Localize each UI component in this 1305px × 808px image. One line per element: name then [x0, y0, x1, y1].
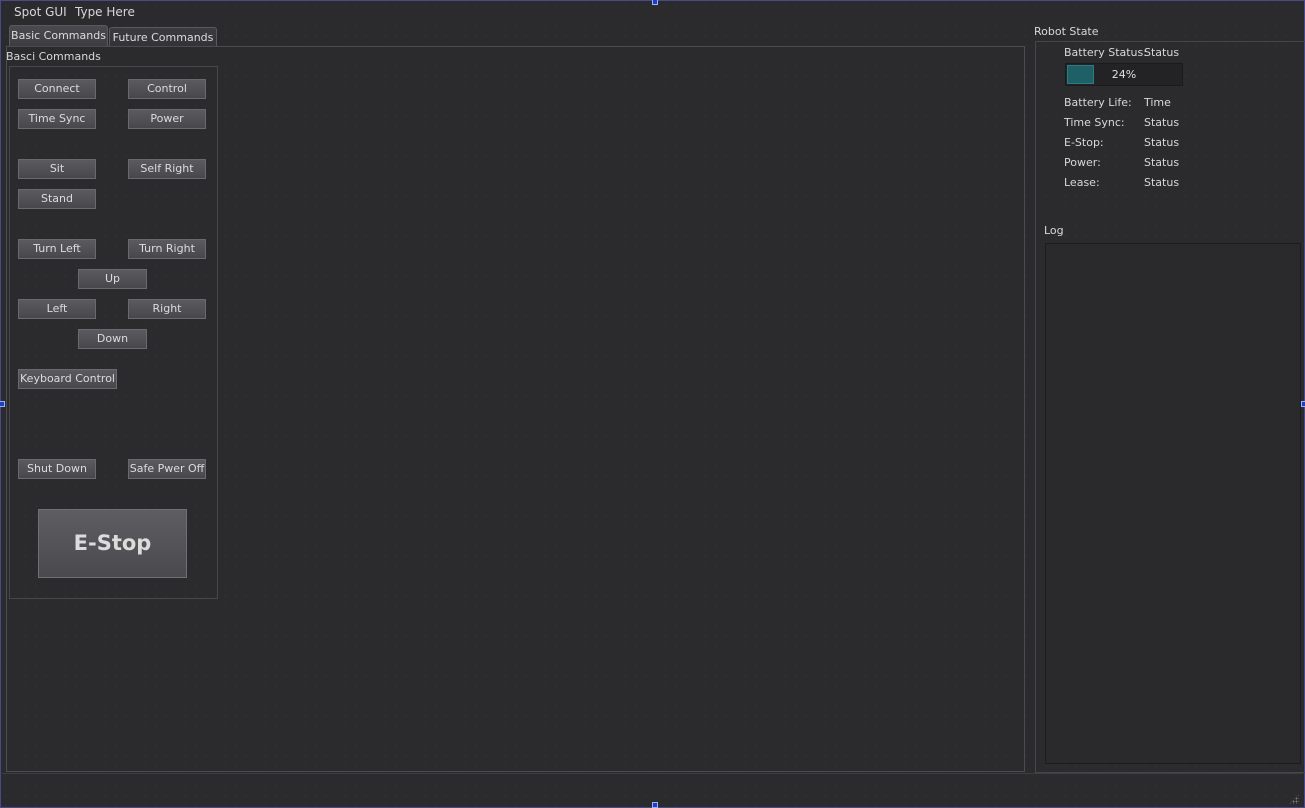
- estop-value: Status: [1144, 136, 1180, 149]
- robot-state-title: Robot State: [1034, 25, 1099, 38]
- right-button[interactable]: Right: [128, 299, 206, 319]
- power-value: Status: [1144, 156, 1180, 169]
- control-button[interactable]: Control: [128, 79, 206, 99]
- turn-right-button[interactable]: Turn Right: [128, 239, 206, 259]
- tab-future-commands[interactable]: Future Commands: [109, 27, 217, 47]
- size-grip-icon[interactable]: [1289, 794, 1299, 804]
- resize-handle-top[interactable]: [652, 0, 658, 5]
- battery-progress-text: 24%: [1111, 68, 1137, 81]
- resize-handle-left[interactable]: [0, 401, 5, 407]
- group-title-basic-commands: Basci Commands: [6, 50, 101, 63]
- status-bar: [2, 773, 1303, 808]
- safe-power-off-button[interactable]: Safe Pwer Off: [128, 459, 206, 479]
- shut-down-button[interactable]: Shut Down: [18, 459, 96, 479]
- estop-button[interactable]: E-Stop: [38, 509, 187, 578]
- lease-label: Lease:: [1064, 176, 1100, 189]
- battery-life-label: Battery Life:: [1064, 96, 1132, 109]
- sit-button[interactable]: Sit: [18, 159, 96, 179]
- menu-item-spot-gui[interactable]: Spot GUI: [14, 5, 67, 19]
- up-button[interactable]: Up: [78, 269, 147, 289]
- battery-life-value: Time: [1144, 96, 1171, 109]
- log-title: Log: [1044, 224, 1064, 237]
- down-button[interactable]: Down: [78, 329, 147, 349]
- tab-basic-commands[interactable]: Basic Commands: [9, 25, 108, 47]
- time-sync-label: Time Sync:: [1064, 116, 1125, 129]
- battery-progress-bar: 24%: [1065, 63, 1183, 86]
- main-window: Spot GUI Type Here Basic Commands Future…: [0, 0, 1305, 808]
- lease-value: Status: [1144, 176, 1180, 189]
- time-sync-value: Status: [1144, 116, 1180, 129]
- estop-label: E-Stop:: [1064, 136, 1104, 149]
- battery-status-label: Battery Status:: [1064, 46, 1147, 59]
- power-label: Power:: [1064, 156, 1101, 169]
- stand-button[interactable]: Stand: [18, 189, 96, 209]
- connect-button[interactable]: Connect: [18, 79, 96, 99]
- left-button[interactable]: Left: [18, 299, 96, 319]
- time-sync-button[interactable]: Time Sync: [18, 109, 96, 129]
- keyboard-control-button[interactable]: Keyboard Control: [18, 369, 117, 389]
- log-text-area[interactable]: [1045, 243, 1301, 764]
- battery-status-value: Status: [1144, 46, 1180, 59]
- menu-item-type-here[interactable]: Type Here: [75, 5, 135, 19]
- turn-left-button[interactable]: Turn Left: [18, 239, 96, 259]
- power-button[interactable]: Power: [128, 109, 206, 129]
- self-right-button[interactable]: Self Right: [128, 159, 206, 179]
